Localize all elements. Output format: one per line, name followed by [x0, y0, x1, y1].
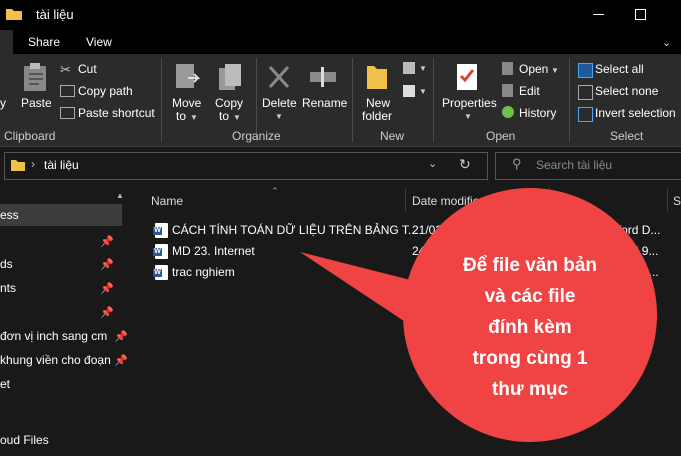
callout-line: Để file văn bản	[462, 255, 598, 276]
callout-line: trong cùng 1	[472, 348, 588, 369]
callout-text: Để file văn bản và các file đính kèm tro…	[420, 250, 640, 405]
callout-line: thư mục	[491, 379, 569, 400]
callout-line: đính kèm	[488, 317, 572, 338]
callout-line: và các file	[484, 286, 576, 307]
